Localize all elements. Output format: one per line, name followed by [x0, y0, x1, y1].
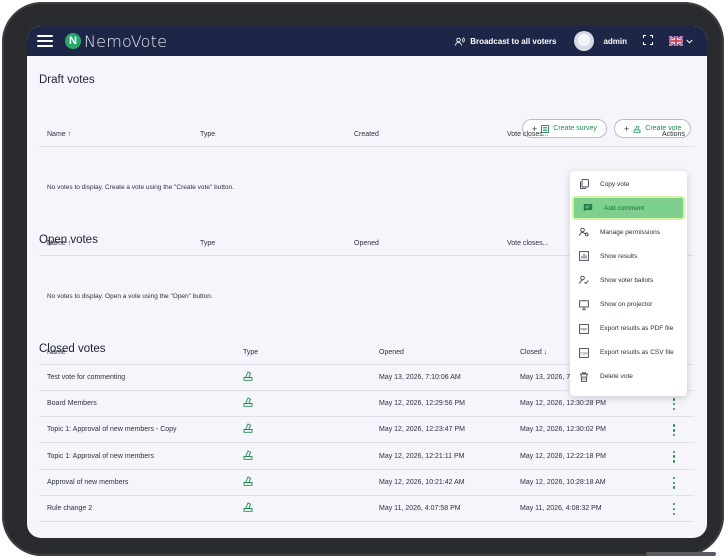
table-row[interactable]: Topic 1: Approval of new members May 12, … — [39, 444, 694, 470]
broadcast-icon — [455, 36, 465, 46]
copy-icon — [580, 179, 589, 189]
language-selector[interactable] — [669, 36, 693, 46]
vote-opened: May 12, 2026, 10:21:42 AM — [379, 478, 465, 486]
csv-icon: CSV — [579, 347, 589, 358]
menu-item-show-on-projector[interactable]: Show on projector — [570, 293, 687, 317]
closed-col-name[interactable]: Name — [47, 349, 66, 356]
menu-item-show-voter-ballots[interactable]: Show voter ballots — [570, 268, 687, 292]
kebab-menu-icon[interactable] — [669, 476, 679, 489]
broadcast-button[interactable]: Broadcast to all voters — [455, 37, 556, 46]
menu-item-label: Show on projector — [600, 301, 653, 308]
draft-col-vote-closes: Vote closes... — [507, 131, 549, 138]
vote-name: Test vote for commenting — [47, 374, 126, 381]
table-row[interactable]: Approval of new members May 12, 2026, 10:… — [39, 470, 694, 496]
user-name[interactable]: admin — [603, 37, 627, 46]
vote-closed: May 12, 2026, 10:28:18 AM — [520, 478, 606, 486]
menu-item-label: Copy vote — [600, 180, 630, 188]
uk-flag-icon — [669, 36, 683, 46]
logo-mark-icon: N — [65, 33, 81, 49]
vote-name: Topic 1: Approval of new members — [47, 452, 154, 460]
permissions-icon — [579, 227, 589, 237]
draft-votes-title: Draft votes — [39, 74, 95, 86]
menu-item-label: Export results as PDF file — [600, 325, 674, 333]
closed-col-opened[interactable]: Opened — [379, 349, 404, 356]
draft-empty-message: No votes to display. Create a vote using… — [47, 184, 234, 191]
draft-col-name[interactable]: Name ↑ — [47, 131, 71, 138]
hamburger-icon[interactable] — [37, 35, 53, 47]
vote-type-icon — [243, 397, 253, 407]
top-bar: N NemoVote Broadcast to all voters admin — [27, 26, 707, 56]
menu-item-label: Add comment — [604, 204, 645, 212]
chevron-down-icon — [686, 39, 693, 44]
kebab-menu-icon[interactable] — [669, 450, 679, 463]
app-screen: N NemoVote Broadcast to all voters admin — [27, 26, 707, 538]
logo-text: NemoVote — [84, 31, 168, 51]
vote-closed: May 12, 2026, 12:30:02 PM — [520, 426, 606, 434]
kebab-menu-icon[interactable] — [669, 503, 679, 515]
draft-col-type: Type — [200, 131, 216, 138]
menu-item-add-comment[interactable]: Add comment — [572, 196, 685, 221]
open-col-type: Type — [200, 240, 216, 247]
menu-item-export-results-as-pdf-file[interactable]: PDF Export results as PDF file — [570, 317, 687, 341]
vote-type-icon — [243, 476, 253, 486]
pdf-icon: PDF — [579, 323, 589, 334]
vote-opened: May 11, 2026, 4:07:58 PM — [379, 505, 461, 512]
closed-col-type: Type — [243, 349, 259, 356]
vote-name: Approval of new members — [47, 478, 129, 486]
vote-name: Board Members — [47, 400, 97, 408]
main-content: Draft votes + Create survey + Create vot… — [27, 56, 707, 538]
comment-icon — [583, 204, 593, 212]
menu-item-manage-permissions[interactable]: Manage permissions — [570, 220, 687, 244]
menu-item-delete-vote[interactable]: Delete vote — [570, 365, 687, 389]
broadcast-label: Broadcast to all voters — [470, 36, 557, 46]
vote-opened: May 13, 2026, 7:10:06 AM — [379, 374, 461, 381]
vote-closed: May 11, 2026, 4:08:32 PM — [520, 505, 602, 512]
vote-closed: May 12, 2026, 12:22:18 PM — [520, 452, 606, 460]
open-col-opened: Opened — [354, 240, 379, 247]
vote-type-icon — [243, 449, 253, 460]
trash-icon — [580, 372, 588, 382]
svg-text:CSV: CSV — [580, 351, 588, 355]
svg-text:PDF: PDF — [580, 327, 587, 331]
vote-opened: May 12, 2026, 12:21:11 PM — [379, 452, 465, 460]
menu-item-label: Manage permissions — [600, 228, 660, 236]
table-row[interactable]: Topic 1: Approval of new members - Copy M… — [39, 417, 694, 444]
fullscreen-icon[interactable] — [643, 32, 653, 50]
results-icon — [579, 251, 589, 262]
menu-item-label: Show results — [600, 252, 638, 260]
vote-type-icon — [243, 371, 253, 381]
open-col-vote-closes: Vote closes... — [507, 240, 549, 247]
open-col-name[interactable]: Name ↑ — [47, 240, 71, 247]
open-empty-message: No votes to display. Open a vote using t… — [47, 293, 213, 300]
table-row[interactable]: Rule change 2 May 11, 2026, 4:07:58 PM May… — [39, 496, 694, 522]
vote-opened: May 12, 2026, 12:23:47 PM — [379, 426, 465, 434]
vote-name: Rule change 2 — [47, 505, 93, 512]
menu-item-copy-vote[interactable]: Copy vote — [570, 172, 687, 196]
vote-closed: May 12, 2026, 12:30:28 PM — [520, 400, 606, 408]
menu-item-label: Export results as CSV file — [600, 349, 674, 357]
draft-col-actions: Actions — [662, 131, 685, 138]
vote-name: Topic 1: Approval of new members - Copy — [47, 426, 177, 434]
kebab-menu-icon[interactable] — [669, 424, 679, 437]
kebab-menu-icon[interactable] — [669, 398, 679, 411]
draft-table-header: Name ↑ Type Created Vote closes... Actio… — [39, 125, 694, 147]
logo: N NemoVote — [65, 32, 167, 51]
menu-item-show-results[interactable]: Show results — [570, 244, 687, 268]
vote-type-icon — [243, 423, 253, 434]
ballots-icon — [579, 276, 589, 285]
vote-type-icon — [243, 502, 253, 512]
draft-col-created: Created — [354, 131, 379, 138]
device-button — [646, 552, 716, 556]
actions-menu: Copy vote Add comment Manage permissions Sh… — [570, 171, 687, 396]
avatar[interactable] — [574, 31, 595, 51]
menu-item-label: Show voter ballots — [600, 276, 654, 284]
menu-item-export-results-as-csv-file[interactable]: CSV Export results as CSV file — [570, 341, 687, 365]
projector-icon — [579, 299, 589, 310]
menu-item-label: Delete vote — [600, 373, 633, 381]
vote-opened: May 12, 2026, 12:29:56 PM — [379, 400, 465, 408]
tablet-frame: N NemoVote Broadcast to all voters admin — [2, 2, 724, 556]
closed-col-closed[interactable]: Closed ↓ — [520, 349, 547, 356]
